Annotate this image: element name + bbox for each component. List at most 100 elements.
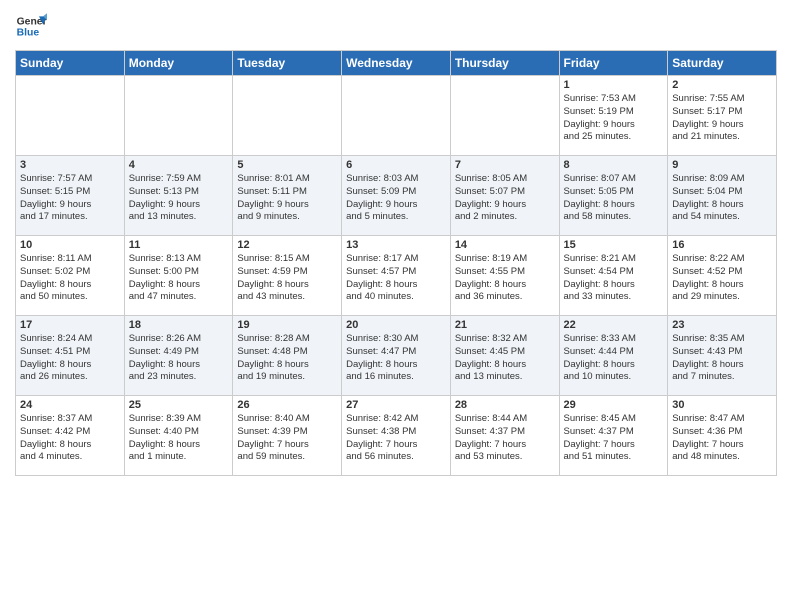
day-number: 7 [455, 159, 555, 171]
day-number: 17 [20, 319, 120, 331]
calendar-cell: 30 Sunrise: 8:47 AMSunset: 4:36 PMDayligh… [668, 396, 777, 476]
calendar-cell: 19 Sunrise: 8:28 AMSunset: 4:48 PMDayligh… [233, 316, 342, 396]
day-info: Sunrise: 8:21 AMSunset: 4:54 PMDaylight:… [564, 253, 664, 304]
day-number: 20 [346, 319, 446, 331]
calendar-cell: 8 Sunrise: 8:07 AMSunset: 5:05 PMDaylight… [559, 156, 668, 236]
calendar-cell [124, 76, 233, 156]
day-number: 23 [672, 319, 772, 331]
day-info: Sunrise: 8:11 AMSunset: 5:02 PMDaylight:… [20, 253, 120, 304]
day-info: Sunrise: 8:33 AMSunset: 4:44 PMDaylight:… [564, 333, 664, 384]
day-info: Sunrise: 8:44 AMSunset: 4:37 PMDaylight:… [455, 413, 555, 464]
day-number: 10 [20, 239, 120, 251]
day-info: Sunrise: 8:19 AMSunset: 4:55 PMDaylight:… [455, 253, 555, 304]
calendar-week-4: 17 Sunrise: 8:24 AMSunset: 4:51 PMDayligh… [16, 316, 777, 396]
day-info: Sunrise: 7:53 AMSunset: 5:19 PMDaylight:… [564, 93, 664, 144]
svg-text:Blue: Blue [17, 28, 40, 39]
calendar-cell: 15 Sunrise: 8:21 AMSunset: 4:54 PMDayligh… [559, 236, 668, 316]
calendar-cell [16, 76, 125, 156]
day-number: 21 [455, 319, 555, 331]
calendar-week-3: 10 Sunrise: 8:11 AMSunset: 5:02 PMDayligh… [16, 236, 777, 316]
calendar-cell: 24 Sunrise: 8:37 AMSunset: 4:42 PMDayligh… [16, 396, 125, 476]
day-info: Sunrise: 8:24 AMSunset: 4:51 PMDaylight:… [20, 333, 120, 384]
page-container: General Blue SundayMondayTuesdayWednesda… [0, 0, 792, 486]
day-number: 26 [237, 399, 337, 411]
calendar-cell: 18 Sunrise: 8:26 AMSunset: 4:49 PMDayligh… [124, 316, 233, 396]
calendar-cell: 17 Sunrise: 8:24 AMSunset: 4:51 PMDayligh… [16, 316, 125, 396]
calendar-cell: 13 Sunrise: 8:17 AMSunset: 4:57 PMDayligh… [342, 236, 451, 316]
calendar-cell: 3 Sunrise: 7:57 AMSunset: 5:15 PMDaylight… [16, 156, 125, 236]
day-info: Sunrise: 8:07 AMSunset: 5:05 PMDaylight:… [564, 173, 664, 224]
day-number: 22 [564, 319, 664, 331]
day-info: Sunrise: 8:22 AMSunset: 4:52 PMDaylight:… [672, 253, 772, 304]
logo: General Blue [15, 10, 51, 42]
weekday-header-friday: Friday [559, 51, 668, 76]
calendar-cell: 22 Sunrise: 8:33 AMSunset: 4:44 PMDayligh… [559, 316, 668, 396]
day-info: Sunrise: 8:05 AMSunset: 5:07 PMDaylight:… [455, 173, 555, 224]
calendar-cell: 12Sunrise: 8:15 AMSunset: 4:59 PMDayligh… [233, 236, 342, 316]
day-number: 8 [564, 159, 664, 171]
day-number: 4 [129, 159, 229, 171]
calendar-cell: 28Sunrise: 8:44 AMSunset: 4:37 PMDayligh… [450, 396, 559, 476]
logo-icon: General Blue [15, 10, 47, 42]
weekday-header-sunday: Sunday [16, 51, 125, 76]
calendar-cell: 16 Sunrise: 8:22 AMSunset: 4:52 PMDayligh… [668, 236, 777, 316]
day-info: Sunrise: 8:03 AMSunset: 5:09 PMDaylight:… [346, 173, 446, 224]
day-info: Sunrise: 8:13 AMSunset: 5:00 PMDaylight:… [129, 253, 229, 304]
calendar-cell: 10 Sunrise: 8:11 AMSunset: 5:02 PMDayligh… [16, 236, 125, 316]
day-info: Sunrise: 7:57 AMSunset: 5:15 PMDaylight:… [20, 173, 120, 224]
calendar-cell: 29 Sunrise: 8:45 AMSunset: 4:37 PMDayligh… [559, 396, 668, 476]
day-info: Sunrise: 8:15 AMSunset: 4:59 PMDaylight:… [237, 253, 337, 304]
day-number: 2 [672, 79, 772, 91]
calendar-week-2: 3 Sunrise: 7:57 AMSunset: 5:15 PMDaylight… [16, 156, 777, 236]
weekday-header-saturday: Saturday [668, 51, 777, 76]
day-info: Sunrise: 8:28 AMSunset: 4:48 PMDaylight:… [237, 333, 337, 384]
calendar-cell [450, 76, 559, 156]
day-number: 25 [129, 399, 229, 411]
day-info: Sunrise: 8:26 AMSunset: 4:49 PMDaylight:… [129, 333, 229, 384]
day-info: Sunrise: 8:45 AMSunset: 4:37 PMDaylight:… [564, 413, 664, 464]
day-info: Sunrise: 8:47 AMSunset: 4:36 PMDaylight:… [672, 413, 772, 464]
day-info: Sunrise: 8:17 AMSunset: 4:57 PMDaylight:… [346, 253, 446, 304]
calendar-cell: 25 Sunrise: 8:39 AMSunset: 4:40 PMDayligh… [124, 396, 233, 476]
calendar-cell: 2 Sunrise: 7:55 AMSunset: 5:17 PMDaylight… [668, 76, 777, 156]
day-number: 5 [237, 159, 337, 171]
day-number: 13 [346, 239, 446, 251]
calendar-table: SundayMondayTuesdayWednesdayThursdayFrid… [15, 50, 777, 476]
day-info: Sunrise: 8:32 AMSunset: 4:45 PMDaylight:… [455, 333, 555, 384]
day-info: Sunrise: 8:01 AMSunset: 5:11 PMDaylight:… [237, 173, 337, 224]
calendar-cell: 21 Sunrise: 8:32 AMSunset: 4:45 PMDayligh… [450, 316, 559, 396]
day-number: 3 [20, 159, 120, 171]
day-info: Sunrise: 8:40 AMSunset: 4:39 PMDaylight:… [237, 413, 337, 464]
day-number: 16 [672, 239, 772, 251]
calendar-cell: 20 Sunrise: 8:30 AMSunset: 4:47 PMDayligh… [342, 316, 451, 396]
day-info: Sunrise: 7:55 AMSunset: 5:17 PMDaylight:… [672, 93, 772, 144]
day-info: Sunrise: 7:59 AMSunset: 5:13 PMDaylight:… [129, 173, 229, 224]
calendar-cell: 11Sunrise: 8:13 AMSunset: 5:00 PMDayligh… [124, 236, 233, 316]
calendar-cell: 27Sunrise: 8:42 AMSunset: 4:38 PMDayligh… [342, 396, 451, 476]
calendar-cell: 4 Sunrise: 7:59 AMSunset: 5:13 PMDaylight… [124, 156, 233, 236]
day-number: 29 [564, 399, 664, 411]
day-number: 15 [564, 239, 664, 251]
day-info: Sunrise: 8:09 AMSunset: 5:04 PMDaylight:… [672, 173, 772, 224]
calendar-cell: 23Sunrise: 8:35 AMSunset: 4:43 PMDayligh… [668, 316, 777, 396]
day-info: Sunrise: 8:30 AMSunset: 4:47 PMDaylight:… [346, 333, 446, 384]
weekday-header-monday: Monday [124, 51, 233, 76]
header: General Blue [15, 10, 777, 42]
weekday-header-wednesday: Wednesday [342, 51, 451, 76]
calendar-cell: 1 Sunrise: 7:53 AMSunset: 5:19 PMDaylight… [559, 76, 668, 156]
day-number: 18 [129, 319, 229, 331]
day-number: 30 [672, 399, 772, 411]
calendar-week-1: 1 Sunrise: 7:53 AMSunset: 5:19 PMDaylight… [16, 76, 777, 156]
calendar-week-5: 24 Sunrise: 8:37 AMSunset: 4:42 PMDayligh… [16, 396, 777, 476]
day-number: 24 [20, 399, 120, 411]
day-number: 19 [237, 319, 337, 331]
day-info: Sunrise: 8:39 AMSunset: 4:40 PMDaylight:… [129, 413, 229, 464]
day-info: Sunrise: 8:42 AMSunset: 4:38 PMDaylight:… [346, 413, 446, 464]
day-info: Sunrise: 8:37 AMSunset: 4:42 PMDaylight:… [20, 413, 120, 464]
calendar-cell: 6 Sunrise: 8:03 AMSunset: 5:09 PMDaylight… [342, 156, 451, 236]
day-number: 1 [564, 79, 664, 91]
calendar-cell: 7 Sunrise: 8:05 AMSunset: 5:07 PMDaylight… [450, 156, 559, 236]
calendar-cell [233, 76, 342, 156]
weekday-header-thursday: Thursday [450, 51, 559, 76]
day-number: 6 [346, 159, 446, 171]
